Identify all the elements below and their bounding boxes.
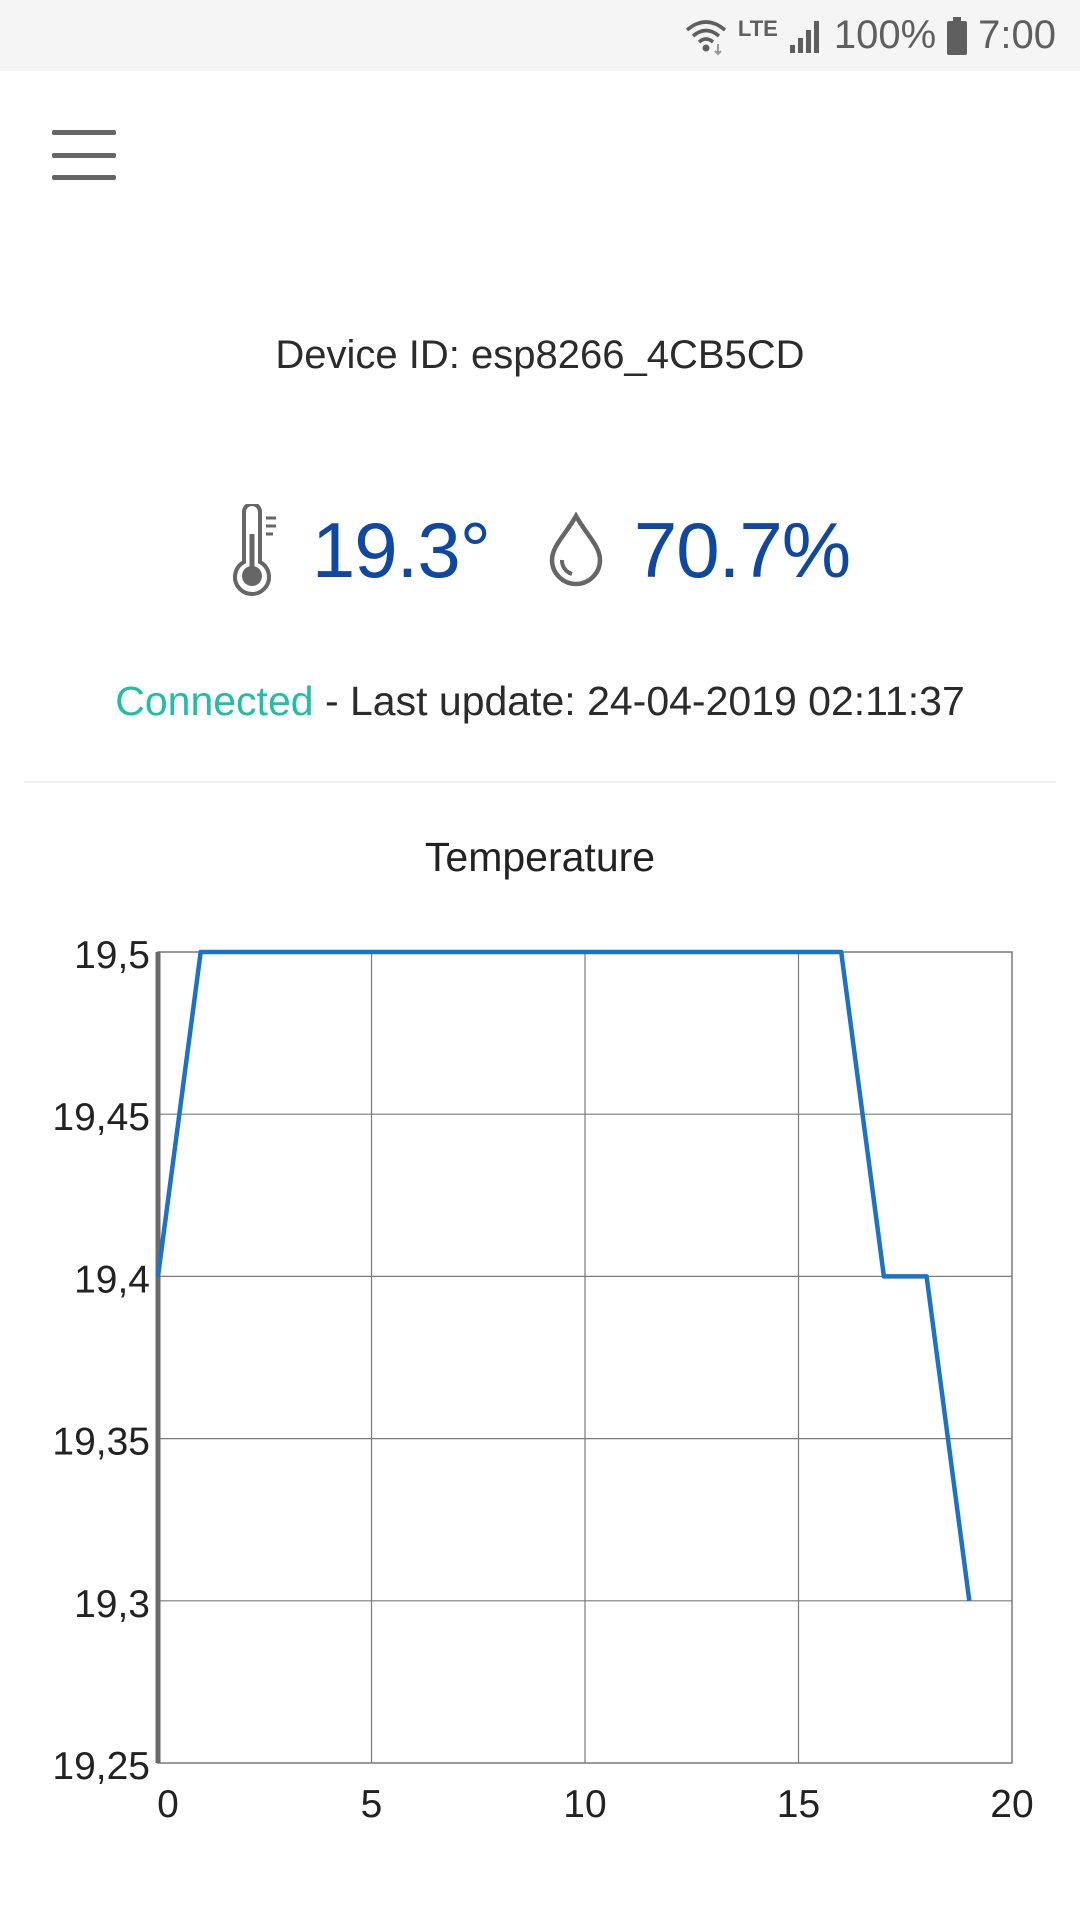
humidity-reading: 70.7% [490,505,851,596]
connection-status: Connected [115,678,314,724]
menu-line [52,175,116,180]
battery-icon [947,16,968,55]
last-update: Last update: 24-04-2019 02:11:37 [350,678,965,724]
connection-status-line: Connected - Last update: 24-04-2019 02:1… [0,678,1080,725]
x-tick-label: 5 [361,1783,383,1826]
temperature-reading: 19.3° [230,504,491,596]
menu-line [52,152,116,158]
y-tick-label: 19,4 [74,1258,150,1301]
status-separator: - [313,678,350,724]
status-bar: LTE 100% 7:00 [0,0,1080,71]
temperature-value: 19.3° [311,505,491,594]
y-tick-label: 19,5 [74,934,150,977]
hamburger-menu-icon[interactable] [52,130,116,180]
water-drop-icon [549,512,603,587]
battery-percent: 100% [833,13,937,57]
thermometer-icon [232,504,276,596]
y-tick-label: 19,3 [74,1583,150,1626]
network-type: LTE [737,15,778,41]
menu-line [52,130,116,135]
humidity-value: 70.7% [633,505,851,594]
readings-row: 19.3° 70.7% [0,495,1080,605]
signal-icon [789,20,819,53]
clock: 7:00 [978,13,1056,57]
status-indicators: LTE 100% 7:00 [684,0,1056,71]
y-tick-label: 19,35 [52,1421,150,1464]
temperature-chart: 0 5 10 15 20 19,25 19,3 19,35 19,4 19,45 19,5 [52,934,1033,1826]
x-tick-label: 0 [157,1783,179,1826]
divider [24,781,1056,783]
x-tick-label: 10 [563,1783,606,1826]
device-id-label: Device ID: esp8266_4CB5CD [275,333,805,377]
y-tick-label: 19,45 [52,1096,150,1139]
wifi-icon [685,19,727,55]
x-tick-label: 20 [990,1783,1033,1826]
x-tick-label: 15 [777,1783,820,1826]
y-tick-label: 19,25 [52,1745,150,1788]
chart-title: Temperature [424,834,656,880]
